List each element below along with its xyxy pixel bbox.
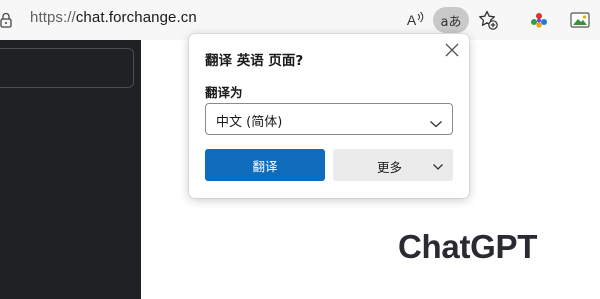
read-aloud-icon[interactable]: A: [404, 8, 428, 32]
new-chat-button[interactable]: [0, 48, 134, 88]
extension-icon[interactable]: [527, 8, 551, 32]
lock-icon[interactable]: [0, 12, 14, 28]
page-title: ChatGPT: [398, 228, 538, 265]
sidebar: [0, 40, 141, 299]
url-field[interactable]: https://chat.forchange.cn: [30, 9, 197, 26]
close-icon[interactable]: [445, 42, 459, 57]
chevron-down-icon: [432, 160, 444, 170]
popup-title: 翻译 英语 页面?: [205, 53, 304, 69]
more-options-button[interactable]: 更多: [333, 149, 453, 181]
translate-button[interactable]: 翻译: [205, 149, 325, 181]
target-language-value: 中文 (简体): [216, 115, 283, 130]
url-scheme: https://: [30, 9, 76, 26]
image-icon[interactable]: [568, 8, 592, 32]
more-options-label: 更多: [377, 160, 403, 175]
translate-glyph: aあ: [440, 14, 462, 30]
url-host: chat.forchange.cn: [75, 9, 197, 26]
target-language-select[interactable]: 中文 (简体): [205, 103, 453, 135]
translate-popup: 翻译 英语 页面? 翻译为 中文 (简体) 翻译 更多: [189, 34, 469, 198]
translate-icon[interactable]: aあ: [433, 7, 469, 33]
add-favorite-icon[interactable]: [476, 8, 500, 32]
read-aloud-glyph: A: [406, 12, 417, 28]
target-language-label: 翻译为: [205, 85, 243, 100]
chevron-down-icon: [429, 114, 443, 128]
